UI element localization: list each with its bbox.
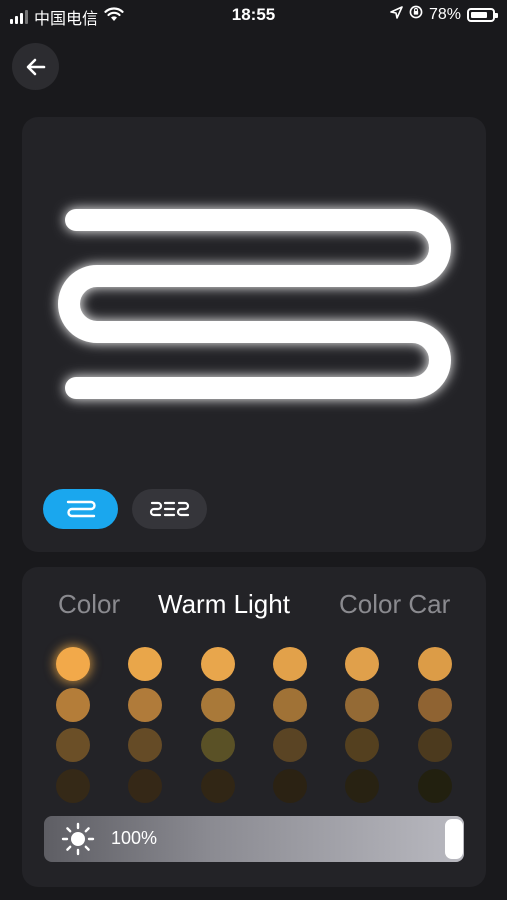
color-swatch[interactable] xyxy=(417,647,452,681)
strip-preview-card xyxy=(22,117,486,552)
arrow-left-icon xyxy=(26,58,45,75)
battery-icon xyxy=(467,7,498,22)
color-swatch[interactable] xyxy=(272,687,307,722)
brightness-slider[interactable]: 100% xyxy=(44,816,464,862)
color-swatch[interactable] xyxy=(128,728,163,762)
color-settings-card: Color Warm Light Color Car 100% xyxy=(22,567,486,887)
color-swatch[interactable] xyxy=(345,768,380,803)
orientation-lock-icon xyxy=(409,5,423,24)
single-strip-icon xyxy=(66,500,96,518)
color-swatch[interactable] xyxy=(417,687,452,722)
battery-percent: 78% xyxy=(428,5,461,23)
back-button[interactable] xyxy=(12,43,59,90)
split-strip-mode-button[interactable] xyxy=(132,489,207,529)
color-swatch[interactable] xyxy=(345,687,380,722)
color-swatch[interactable] xyxy=(200,647,235,681)
tab-warm-light[interactable]: Warm Light xyxy=(158,589,290,620)
color-swatch[interactable] xyxy=(56,728,90,762)
tab-color[interactable]: Color xyxy=(58,589,120,620)
color-mode-tabs: Color Warm Light Color Car xyxy=(22,589,486,625)
status-bar: 中国电信 18:55 78% xyxy=(0,0,507,30)
color-swatch[interactable] xyxy=(417,728,452,762)
color-swatch[interactable] xyxy=(272,647,307,681)
sun-icon xyxy=(61,822,95,856)
color-swatch[interactable] xyxy=(200,728,235,762)
single-strip-mode-button[interactable] xyxy=(43,489,118,529)
screen: 中国电信 18:55 78% Color Warm Light Color Ca… xyxy=(0,0,507,900)
tab-color-car[interactable]: Color Car xyxy=(339,589,450,620)
color-swatch[interactable] xyxy=(200,687,235,722)
color-swatch[interactable] xyxy=(345,647,380,681)
color-swatch[interactable] xyxy=(200,768,235,803)
split-strip-icon xyxy=(149,501,189,517)
color-swatch[interactable] xyxy=(128,768,163,803)
color-swatch[interactable] xyxy=(272,728,307,762)
color-swatch[interactable] xyxy=(56,768,90,803)
color-swatch[interactable] xyxy=(56,687,90,722)
color-swatch[interactable] xyxy=(128,687,163,722)
color-swatch[interactable] xyxy=(417,768,452,803)
color-swatch[interactable] xyxy=(272,768,307,803)
color-swatch[interactable] xyxy=(56,647,90,681)
color-swatch[interactable] xyxy=(345,728,380,762)
brightness-value: 100% xyxy=(111,828,158,848)
location-arrow-icon xyxy=(390,5,403,24)
color-swatch[interactable] xyxy=(128,647,163,681)
status-right: 78% xyxy=(390,5,498,24)
brightness-handle[interactable] xyxy=(445,819,463,859)
light-strip-preview xyxy=(58,209,451,399)
